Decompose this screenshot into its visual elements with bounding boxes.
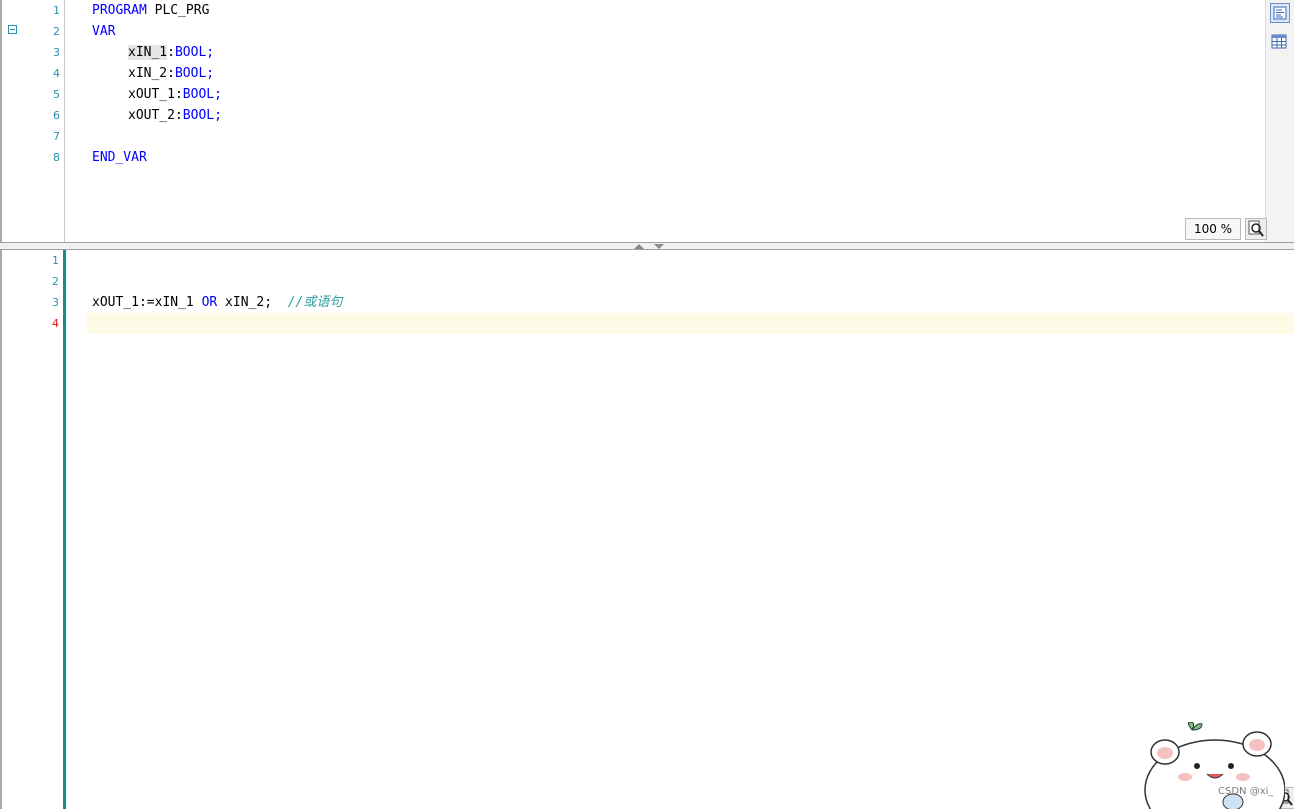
line-number: 8 bbox=[53, 151, 60, 164]
zoom-icon[interactable] bbox=[1245, 218, 1267, 240]
line-number: 1 bbox=[53, 4, 60, 17]
text-view-icon[interactable] bbox=[1270, 3, 1290, 23]
line-number-gutter: 1 2 3 4 5 6 7 8 bbox=[2, 0, 65, 242]
type-name: BOOL; bbox=[174, 66, 215, 81]
identifier: xIN_2 bbox=[128, 66, 168, 81]
separator: : bbox=[174, 108, 183, 123]
operator: OR bbox=[201, 295, 218, 310]
identifier: xOUT_2 bbox=[128, 108, 175, 123]
code-line[interactable]: xOUT_1:=xIN_1 OR xIN_2; //或语句 bbox=[92, 292, 342, 313]
type-name: BOOL; bbox=[182, 108, 222, 123]
keyword: END_VAR bbox=[92, 150, 147, 165]
line-number: 3 bbox=[52, 296, 59, 309]
current-line-number: 4 bbox=[52, 317, 59, 330]
type-name: BOOL; bbox=[174, 45, 215, 60]
separator: : bbox=[174, 87, 183, 102]
line-number-gutter: 1 2 3 4 bbox=[2, 250, 66, 809]
assignment: xOUT_1:=xIN_1 bbox=[92, 295, 202, 310]
code-line[interactable]: END_VAR bbox=[92, 147, 147, 168]
line-number: 5 bbox=[53, 88, 60, 101]
line-number: 7 bbox=[53, 130, 60, 143]
code-line[interactable]: xIN_1:BOOL; bbox=[128, 42, 214, 63]
view-toolbar bbox=[1265, 0, 1294, 242]
line-number: 2 bbox=[52, 275, 59, 288]
line-number: 6 bbox=[53, 109, 60, 122]
code-line[interactable]: xOUT_2:BOOL; bbox=[128, 105, 222, 126]
keyword: PROGRAM bbox=[92, 3, 147, 18]
identifier: PLC_PRG bbox=[146, 3, 210, 18]
identifier: xIN_1 bbox=[128, 45, 168, 60]
collapse-icon[interactable] bbox=[8, 25, 17, 34]
pane-splitter[interactable] bbox=[0, 242, 1294, 250]
keyword: VAR bbox=[92, 24, 116, 39]
line-number: 1 bbox=[52, 254, 59, 267]
current-line-highlight bbox=[87, 313, 1294, 334]
table-view-icon[interactable] bbox=[1270, 32, 1290, 52]
identifier: xOUT_1 bbox=[128, 87, 175, 102]
separator: : bbox=[167, 66, 175, 81]
code-line[interactable]: PROGRAM PLC_PRG bbox=[92, 0, 209, 21]
type-name: BOOL; bbox=[182, 87, 222, 102]
zoom-level[interactable]: 100 % bbox=[1185, 218, 1241, 240]
collapse-up-icon[interactable] bbox=[634, 244, 644, 249]
watermark: CSDN @xi_ bbox=[1218, 786, 1274, 797]
comment: //或语句 bbox=[287, 295, 343, 310]
code-line[interactable]: xIN_2:BOOL; bbox=[128, 63, 214, 84]
line-number: 3 bbox=[53, 46, 60, 59]
separator: : bbox=[167, 45, 175, 60]
code-line[interactable]: VAR bbox=[92, 21, 115, 42]
code-line[interactable]: xOUT_1:BOOL; bbox=[128, 84, 222, 105]
declaration-editor[interactable]: 1 2 3 4 5 6 7 8 PROGRAM PLC_PRG VAR xIN_… bbox=[0, 0, 1294, 242]
line-number: 2 bbox=[53, 25, 60, 38]
implementation-editor[interactable]: 1 2 3 4 xOUT_1:=xIN_1 OR xIN_2; //或语句 bbox=[0, 250, 1294, 809]
line-number: 4 bbox=[53, 67, 60, 80]
collapse-down-icon[interactable] bbox=[654, 244, 664, 249]
operand: xIN_2; bbox=[217, 295, 288, 310]
